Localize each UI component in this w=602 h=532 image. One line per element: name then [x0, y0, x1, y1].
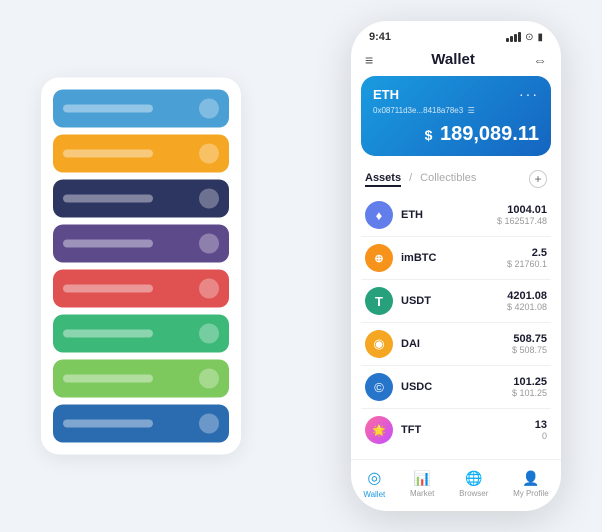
asset-amount: 2.5: [507, 247, 547, 259]
wallet-nav-icon: ◎: [367, 468, 381, 488]
nav-wallet[interactable]: ◎ Wallet: [363, 468, 385, 499]
wifi-icon: ⊙: [525, 32, 533, 43]
nav-market-label: Market: [410, 489, 434, 498]
asset-amount: 508.75: [512, 333, 547, 345]
table-row[interactable]: © USDC 101.25 $ 101.25: [361, 366, 551, 409]
asset-amounts: 13 0: [535, 419, 547, 441]
status-time: 9:41: [369, 31, 391, 43]
page-title: Wallet: [431, 51, 475, 68]
eth-card[interactable]: ETH ··· 0x08711d3e...8418a78e3 ☰ $ 189,0…: [361, 76, 551, 156]
asset-usd: $ 162517.48: [497, 216, 547, 226]
list-item[interactable]: [53, 225, 229, 263]
nav-browser[interactable]: 🌐 Browser: [459, 470, 488, 498]
card-dot: [199, 414, 219, 434]
card-line: [63, 330, 153, 338]
card-dot: [199, 279, 219, 299]
asset-usd: 0: [535, 431, 547, 441]
status-bar: 9:41 ⊙ ▮: [351, 21, 561, 47]
table-row[interactable]: ♦ ETH 1004.01 $ 162517.48: [361, 194, 551, 237]
tab-collectibles[interactable]: Collectibles: [420, 172, 476, 187]
asset-amount: 13: [535, 419, 547, 431]
table-row[interactable]: T USDT 4201.08 $ 4201.08: [361, 280, 551, 323]
market-nav-icon: 📊: [413, 470, 430, 487]
eth-card-header: ETH ···: [373, 86, 539, 102]
nav-market[interactable]: 📊 Market: [410, 470, 434, 498]
eth-token-icon: ♦: [365, 201, 393, 229]
usdt-token-icon: T: [365, 287, 393, 315]
card-dot: [199, 234, 219, 254]
dai-token-icon: ◉: [365, 330, 393, 358]
asset-usd: $ 21760.1: [507, 259, 547, 269]
eth-more-icon[interactable]: ···: [519, 86, 539, 102]
scan-icon[interactable]: ⇔: [533, 52, 547, 68]
card-line: [63, 105, 153, 113]
nav-profile-label: My Profile: [513, 489, 549, 498]
tab-assets[interactable]: Assets: [365, 172, 401, 187]
signal-icon: [506, 32, 521, 42]
list-item[interactable]: [53, 405, 229, 443]
card-line: [63, 240, 153, 248]
asset-amounts: 1004.01 $ 162517.48: [497, 204, 547, 226]
card-line: [63, 285, 153, 293]
card-line: [63, 195, 153, 203]
scene: 9:41 ⊙ ▮ ≡ Wallet ⇔ ETH ···: [21, 21, 581, 511]
asset-list: ♦ ETH 1004.01 $ 162517.48 ⊕ imBTC 2.5 $ …: [351, 194, 561, 459]
browser-nav-icon: 🌐: [465, 470, 482, 487]
asset-amounts: 2.5 $ 21760.1: [507, 247, 547, 269]
eth-balance: $ 189,089.11: [373, 123, 539, 146]
list-item[interactable]: [53, 360, 229, 398]
card-dot: [199, 144, 219, 164]
status-icons: ⊙ ▮: [506, 32, 543, 43]
card-dot: [199, 324, 219, 344]
app-header: ≡ Wallet ⇔: [351, 47, 561, 76]
list-item[interactable]: [53, 270, 229, 308]
asset-name: DAI: [401, 338, 512, 350]
nav-profile[interactable]: 👤 My Profile: [513, 470, 549, 498]
list-item[interactable]: [53, 315, 229, 353]
asset-name: imBTC: [401, 252, 507, 264]
asset-amount: 1004.01: [497, 204, 547, 216]
card-dot: [199, 99, 219, 119]
eth-address: 0x08711d3e...8418a78e3 ☰: [373, 106, 539, 115]
asset-usd: $ 101.25: [512, 388, 547, 398]
assets-tabs: Assets / Collectibles: [365, 172, 476, 187]
table-row[interactable]: 🌟 TFT 13 0: [361, 409, 551, 451]
usdc-token-icon: ©: [365, 373, 393, 401]
asset-amount: 101.25: [512, 376, 547, 388]
card-line: [63, 420, 153, 428]
nav-wallet-label: Wallet: [363, 490, 385, 499]
card-stack: [41, 78, 241, 455]
asset-usd: $ 4201.08: [507, 302, 547, 312]
phone-frame: 9:41 ⊙ ▮ ≡ Wallet ⇔ ETH ···: [351, 21, 561, 511]
list-item[interactable]: [53, 90, 229, 128]
tft-token-icon: 🌟: [365, 416, 393, 444]
asset-name: TFT: [401, 424, 535, 436]
asset-amounts: 101.25 $ 101.25: [512, 376, 547, 398]
battery-icon: ▮: [537, 32, 543, 43]
card-dot: [199, 369, 219, 389]
card-dot: [199, 189, 219, 209]
list-item[interactable]: [53, 180, 229, 218]
asset-amount: 4201.08: [507, 290, 547, 302]
menu-icon[interactable]: ≡: [365, 52, 373, 68]
nav-browser-label: Browser: [459, 489, 488, 498]
imbtc-token-icon: ⊕: [365, 244, 393, 272]
eth-label: ETH: [373, 87, 399, 102]
card-line: [63, 150, 153, 158]
asset-name: USDT: [401, 295, 507, 307]
table-row[interactable]: ⊕ imBTC 2.5 $ 21760.1: [361, 237, 551, 280]
card-line: [63, 375, 153, 383]
asset-name: ETH: [401, 209, 497, 221]
asset-usd: $ 508.75: [512, 345, 547, 355]
table-row[interactable]: ◉ DAI 508.75 $ 508.75: [361, 323, 551, 366]
list-item[interactable]: [53, 135, 229, 173]
asset-amounts: 4201.08 $ 4201.08: [507, 290, 547, 312]
add-asset-button[interactable]: +: [529, 170, 547, 188]
assets-header: Assets / Collectibles +: [351, 166, 561, 194]
asset-name: USDC: [401, 381, 512, 393]
bottom-nav: ◎ Wallet 📊 Market 🌐 Browser 👤 My Profile: [351, 459, 561, 511]
asset-amounts: 508.75 $ 508.75: [512, 333, 547, 355]
profile-nav-icon: 👤: [522, 470, 539, 487]
